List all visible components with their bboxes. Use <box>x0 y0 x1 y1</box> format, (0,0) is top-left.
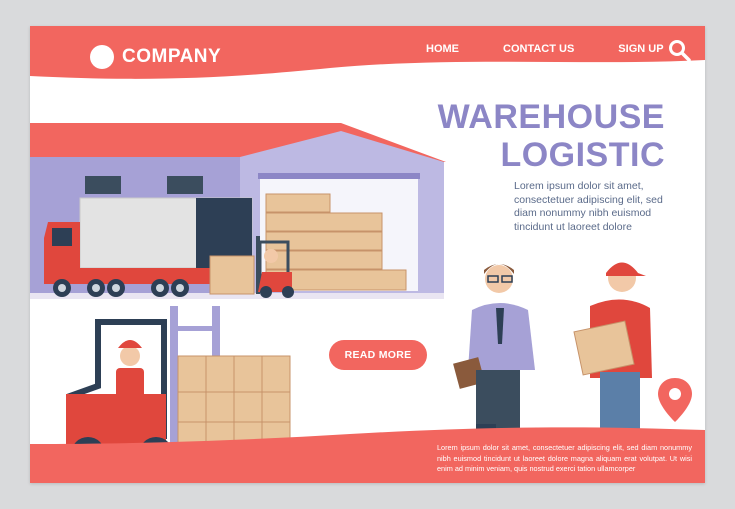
footer-text: Lorem ipsum dolor sit amet, consectetuer… <box>437 443 692 473</box>
hero-title-line2: LOGISTIC <box>500 136 665 174</box>
location-pin-icon <box>658 378 692 422</box>
manager-person <box>453 264 535 438</box>
worker-person <box>573 262 652 432</box>
hero-title: WAREHOUSE LOGISTIC <box>438 98 665 174</box>
landing-page: COMPANY HOME CONTACT US SIGN UP WAREHOUS… <box>30 26 705 483</box>
hero-description: Lorem ipsum dolor sit amet, consectetuer… <box>514 180 663 233</box>
hero-title-line1: WAREHOUSE <box>437 98 665 136</box>
warehouse-illustration <box>30 123 705 483</box>
read-more-button[interactable]: READ MORE <box>329 340 427 370</box>
